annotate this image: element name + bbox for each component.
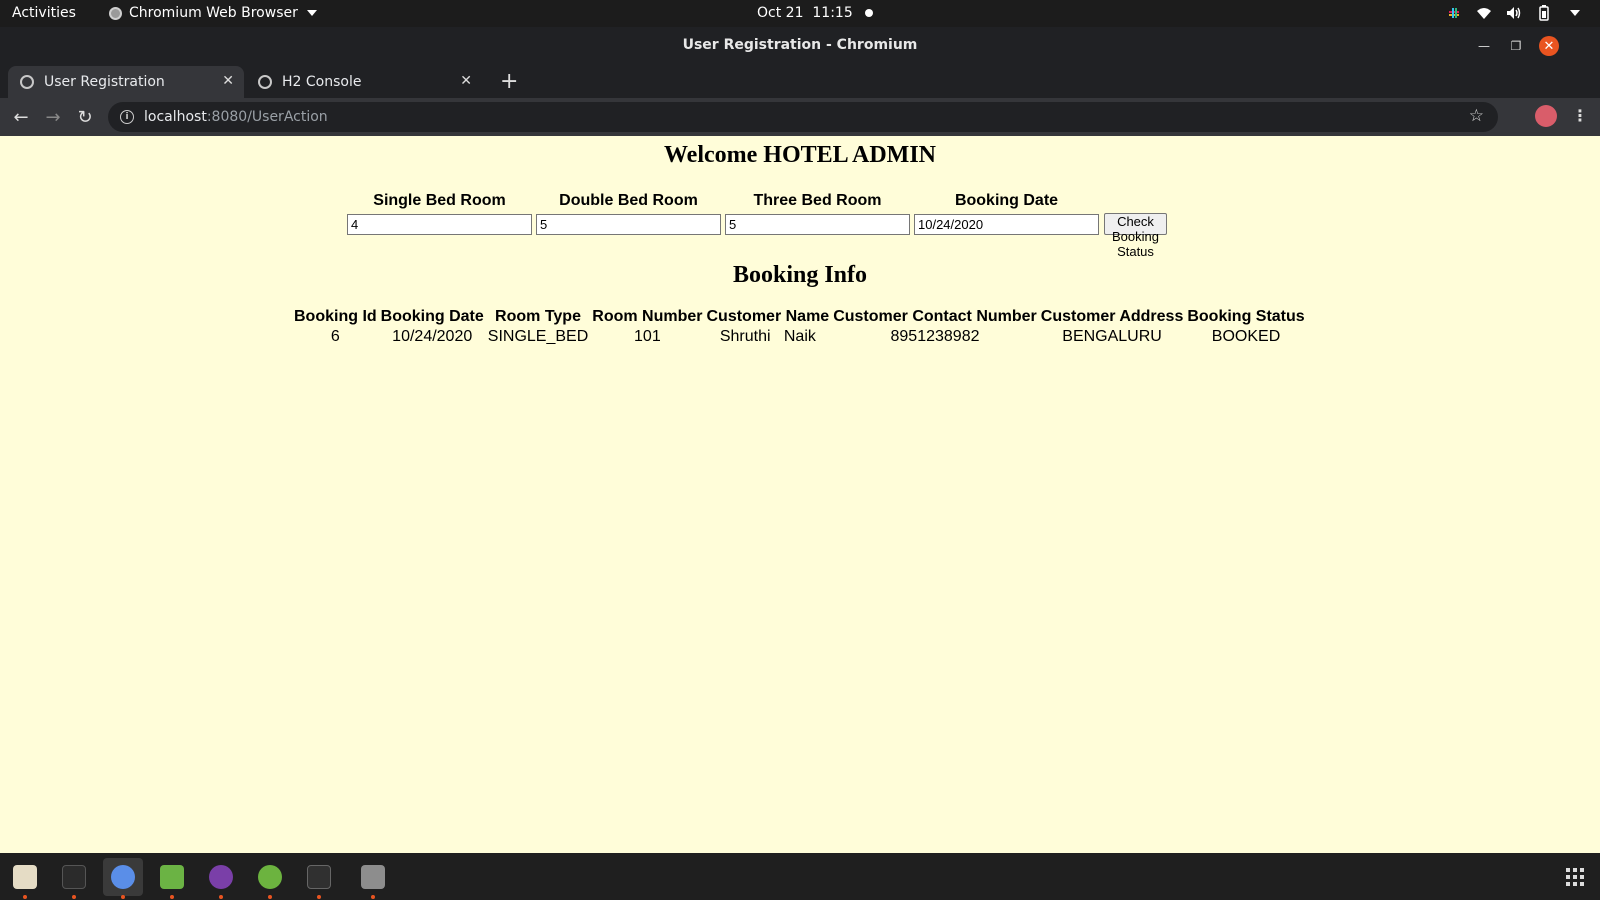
check-booking-status-button[interactable]: Check Booking Status	[1104, 213, 1167, 259]
reload-icon[interactable]: ↻	[72, 104, 98, 130]
tab-label: H2 Console	[282, 74, 362, 90]
tab-h2-console[interactable]: H2 Console ✕	[246, 66, 482, 98]
back-arrow-icon[interactable]: ←	[8, 104, 34, 130]
column-header: Booking Id	[294, 308, 377, 325]
column-header: Booking Status	[1187, 308, 1305, 325]
close-tab-icon[interactable]: ✕	[460, 73, 472, 89]
wifi-icon[interactable]	[1476, 5, 1492, 21]
browser-toolbar: ← → ↻ i localhost:8080/UserAction ☆ ⋮	[0, 98, 1600, 136]
volume-icon[interactable]	[1506, 5, 1522, 21]
close-window-icon[interactable]: ✕	[1539, 36, 1559, 56]
address-bar[interactable]: i localhost:8080/UserAction ☆	[108, 102, 1498, 132]
globe-icon	[258, 75, 272, 89]
chromium-icon[interactable]	[103, 858, 143, 899]
terminal-icon[interactable]	[299, 858, 339, 899]
settings-icon[interactable]	[353, 858, 393, 899]
profile-avatar-icon[interactable]	[1535, 105, 1557, 127]
more-menu-icon[interactable]: ⋮	[1572, 106, 1588, 125]
page-title: Welcome HOTEL ADMIN	[664, 142, 936, 168]
slack-icon[interactable]	[1446, 5, 1462, 21]
customer-address-cell: BENGALURU	[1062, 328, 1162, 345]
booking-table: Booking Id Booking Date Room Type Room N…	[290, 306, 1309, 348]
system-menu-caret-icon[interactable]	[1566, 5, 1582, 21]
three-bed-group: Three Bed Room	[725, 192, 910, 235]
system-monitor-icon[interactable]	[54, 858, 94, 899]
globe-icon	[20, 75, 34, 89]
room-number-cell: 101	[634, 328, 661, 345]
tab-label: User Registration	[44, 74, 165, 90]
double-bed-group: Double Bed Room	[536, 192, 721, 235]
new-tab-plus-icon[interactable]: +	[500, 69, 518, 94]
page-content: Welcome HOTEL ADMIN Single Bed Room Doub…	[0, 136, 1600, 853]
customer-contact-cell: 8951238982	[890, 328, 980, 345]
tab-strip: User Registration ✕ H2 Console ✕ +	[0, 64, 1600, 98]
table-row: 6 10/24/2020 SINGLE_BED 101 Shruthi Naik…	[294, 328, 1305, 346]
three-bed-label: Three Bed Room	[753, 192, 882, 209]
double-bed-label: Double Bed Room	[559, 192, 698, 209]
double-bed-input[interactable]	[536, 214, 721, 235]
battery-icon[interactable]	[1536, 5, 1552, 21]
table-header-row: Booking Id Booking Date Room Type Room N…	[294, 308, 1305, 326]
show-applications-icon[interactable]	[1566, 868, 1584, 886]
forward-arrow-icon[interactable]: →	[40, 104, 66, 130]
column-header: Customer Name	[706, 308, 830, 325]
app-menu[interactable]: Chromium Web Browser	[109, 5, 317, 21]
chromium-app-icon	[109, 6, 122, 20]
notification-dot-icon	[864, 9, 873, 17]
bookmark-star-icon[interactable]: ☆	[1469, 106, 1484, 126]
clock-time: 11:15	[812, 5, 853, 21]
activities-button[interactable]: Activities	[12, 5, 76, 21]
column-header: Customer Contact Number	[833, 308, 1037, 325]
single-bed-input[interactable]	[347, 214, 532, 235]
three-bed-input[interactable]	[725, 214, 910, 235]
url-host: localhost	[144, 109, 207, 125]
caret-down-icon	[306, 10, 317, 16]
single-bed-label: Single Bed Room	[373, 192, 506, 209]
system-top-bar: Activities Chromium Web Browser Oct 21 1…	[0, 0, 1600, 27]
app-menu-label: Chromium Web Browser	[129, 5, 298, 21]
clock[interactable]: Oct 21 11:15	[757, 5, 873, 21]
column-header: Customer Address	[1040, 308, 1184, 325]
clock-date: Oct 21	[757, 5, 804, 21]
customer-name-cell: Shruthi Naik	[719, 328, 816, 345]
tab-user-registration[interactable]: User Registration ✕	[8, 66, 244, 98]
room-type-cell: SINGLE_BED	[487, 328, 589, 345]
single-bed-group: Single Bed Room	[347, 192, 532, 235]
dock	[0, 853, 1600, 900]
booking-info-heading: Booking Info	[732, 262, 868, 288]
window-title: User Registration - Chromium	[682, 37, 918, 53]
column-header: Room Number	[592, 308, 703, 325]
column-header: Booking Date	[380, 308, 484, 325]
github-desktop-icon[interactable]	[201, 858, 241, 899]
minimize-icon[interactable]: —	[1474, 36, 1494, 56]
files-app-icon[interactable]	[5, 858, 45, 899]
booking-id-cell: 6	[330, 328, 340, 345]
booking-date-group: Booking Date	[914, 192, 1099, 235]
booking-date-label: Booking Date	[954, 192, 1059, 209]
window-title-bar: User Registration - Chromium — ❐ ✕	[0, 27, 1600, 64]
booking-date-input[interactable]	[914, 214, 1099, 235]
system-tray[interactable]	[1446, 5, 1582, 21]
info-icon[interactable]: i	[120, 110, 134, 124]
column-header: Room Type	[495, 308, 581, 325]
url-path: :8080/UserAction	[206, 109, 328, 125]
booking-status-cell: BOOKED	[1211, 328, 1281, 345]
spring-tool-suite-icon[interactable]	[250, 858, 290, 899]
close-tab-icon[interactable]: ✕	[222, 73, 234, 89]
booking-date-cell: 10/24/2020	[392, 328, 473, 345]
image-editor-icon[interactable]	[152, 858, 192, 899]
maximize-icon[interactable]: ❐	[1506, 36, 1526, 56]
